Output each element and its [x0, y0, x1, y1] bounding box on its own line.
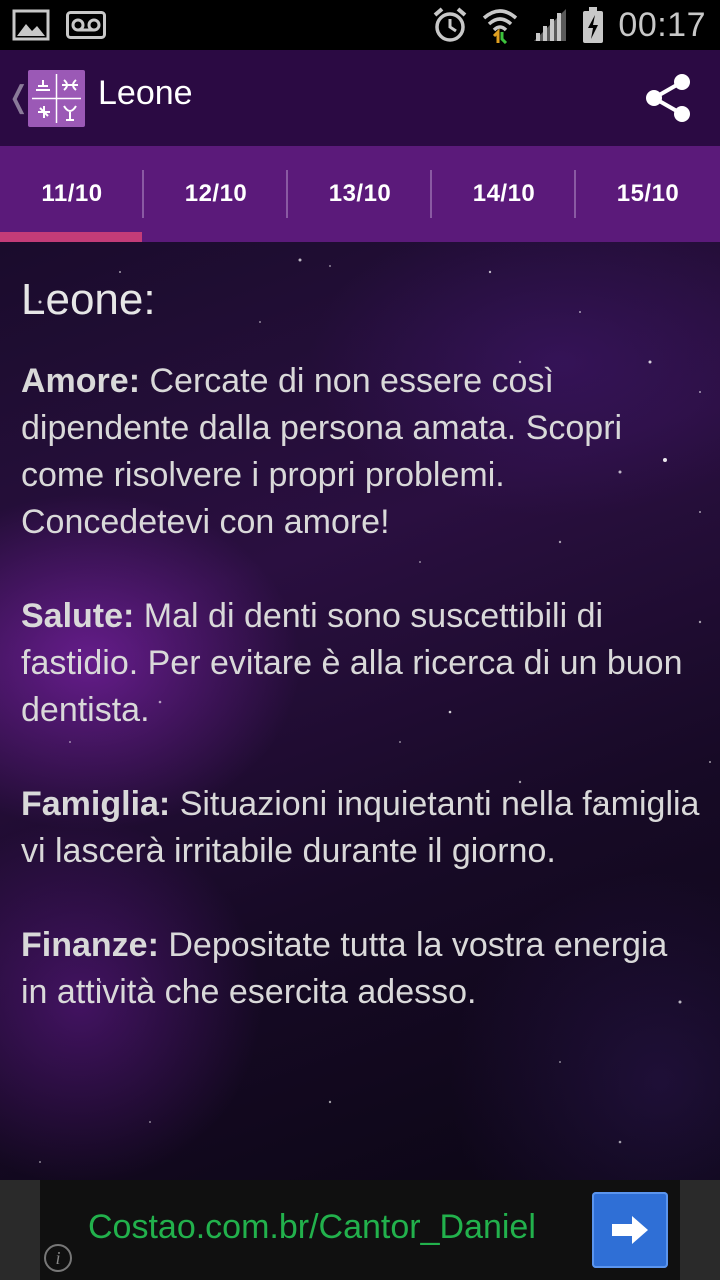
clock: 00:17	[618, 5, 706, 44]
section-label: Famiglia:	[21, 785, 171, 823]
alarm-icon	[434, 7, 467, 42]
tab-label: 14/10	[472, 180, 536, 207]
ad-content[interactable]: Costao.com.br/Cantor_Daniel	[40, 1180, 680, 1280]
ad-url-link[interactable]: Costao.com.br/Cantor_Daniel	[88, 1208, 588, 1247]
info-icon[interactable]: i	[44, 1244, 72, 1272]
section-label: Amore:	[21, 362, 141, 400]
signal-icon	[534, 9, 567, 41]
tab-label: 12/10	[184, 180, 248, 207]
ad-banner[interactable]: Costao.com.br/Cantor_Daniel	[0, 1180, 720, 1280]
wifi-icon	[483, 9, 518, 44]
share-icon	[646, 74, 690, 122]
tab-12-10[interactable]: 12/10	[144, 146, 288, 242]
battery-charging-icon	[583, 7, 604, 43]
status-bar: 00:17	[0, 0, 720, 50]
tab-14-10[interactable]: 14/10	[432, 146, 576, 242]
section-label: Finanze:	[21, 926, 159, 964]
ad-arrow-button[interactable]	[592, 1192, 668, 1268]
tab-13-10[interactable]: 13/10	[288, 146, 432, 242]
tab-label: 15/10	[616, 180, 680, 207]
zodiac-signs-icon[interactable]	[28, 70, 85, 127]
tab-label: 13/10	[328, 180, 392, 207]
tab-label: 11/10	[41, 180, 103, 207]
tab-15-10[interactable]: 15/10	[576, 146, 720, 242]
family-section: Famiglia: Situazioni inquietanti nella f…	[21, 781, 703, 875]
sign-heading: Leone:	[21, 275, 156, 324]
tab-11-10[interactable]: 11/10	[0, 146, 144, 242]
arrow-right-icon	[612, 1216, 648, 1244]
section-label: Salute:	[21, 597, 135, 635]
health-section: Salute: Mal di denti sono suscettibili d…	[21, 593, 703, 734]
tab-selected-indicator	[0, 232, 142, 242]
page-title: Leone	[98, 74, 193, 112]
love-section: Amore: Cercate di non essere così dipend…	[21, 358, 703, 546]
horoscope-content[interactable]: Leone: Amore: Cercate di non essere così…	[0, 242, 720, 1180]
horoscope-text: Leone: Amore: Cercate di non essere così…	[21, 272, 703, 1063]
action-bar: ❬ Leone	[0, 50, 720, 146]
date-tabs: 11/10 12/10 13/10 14/10 15/10	[0, 146, 720, 242]
voicemail-icon	[66, 11, 106, 39]
share-button[interactable]	[640, 70, 696, 126]
gallery-notification-icon	[12, 9, 50, 41]
info-glyph: i	[55, 1247, 61, 1268]
finance-section: Finanze: Depositate tutta la vostra ener…	[21, 922, 703, 1016]
